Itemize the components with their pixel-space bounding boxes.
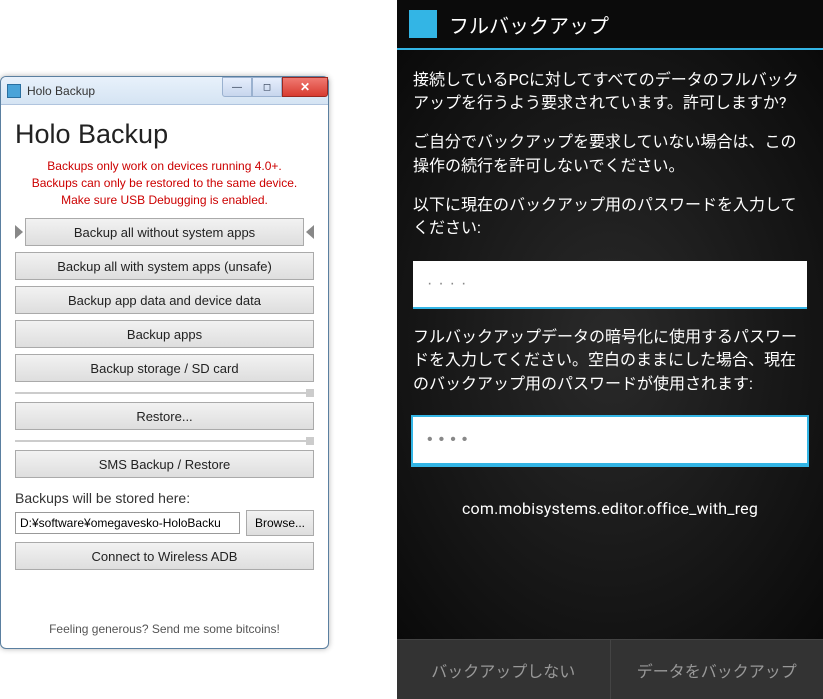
backup-icon [409, 10, 437, 38]
divider [15, 392, 314, 394]
dialog-header: フルバックアップ [397, 0, 823, 50]
window-controls: — ◻ ✕ [222, 77, 328, 104]
divider [15, 440, 314, 442]
encryption-password-label: フルバックアップデータの暗号化に使用するパスワードを入力してください。空白のまま… [413, 325, 807, 395]
backup-all-no-system-button[interactable]: Backup all without system apps [25, 218, 304, 246]
current-password-input[interactable] [413, 261, 807, 309]
storage-path-input[interactable] [15, 512, 240, 534]
window-client: Holo Backup Backups only work on devices… [1, 105, 328, 648]
warning-line: Make sure USB Debugging is enabled. [15, 192, 314, 209]
deny-backup-button[interactable]: バックアップしない [397, 640, 611, 699]
dialog-body: 接続しているPCに対してすべてのデータのフルバックアップを行うよう要求されていま… [397, 50, 823, 639]
browse-button[interactable]: Browse... [246, 510, 314, 536]
dialog-title: フルバックアップ [449, 10, 609, 39]
dialog-footer: バックアップしない データをバックアップ [397, 639, 823, 699]
button-row: Backup all without system apps [15, 218, 314, 246]
connect-wireless-adb-button[interactable]: Connect to Wireless ADB [15, 542, 314, 570]
android-full-backup-dialog: フルバックアップ 接続しているPCに対してすべてのデータのフルバックアップを行う… [397, 0, 823, 699]
storage-path-row: Browse... [15, 510, 314, 536]
warning-line: Backups only work on devices running 4.0… [15, 158, 314, 175]
package-name: com.mobisystems.editor.office_with_reg [413, 497, 807, 520]
chevron-left-icon [306, 225, 314, 239]
titlebar[interactable]: Holo Backup — ◻ ✕ [1, 77, 328, 105]
dialog-paragraph: ご自分でバックアップを要求していない場合は、この操作の続行を許可しないでください… [413, 130, 807, 176]
minimize-button[interactable]: — [222, 77, 252, 97]
app-icon [7, 84, 21, 98]
backup-appdata-device-button[interactable]: Backup app data and device data [15, 286, 314, 314]
maximize-button[interactable]: ◻ [252, 77, 282, 97]
warning-text: Backups only work on devices running 4.0… [15, 158, 314, 208]
footer-text: Feeling generous? Send me some bitcoins! [15, 622, 314, 640]
chevron-right-icon [15, 225, 23, 239]
allow-backup-button[interactable]: データをバックアップ [611, 640, 823, 699]
app-title: Holo Backup [15, 119, 314, 150]
holo-backup-window: Holo Backup — ◻ ✕ Holo Backup Backups on… [0, 76, 329, 649]
backup-all-with-system-button[interactable]: Backup all with system apps (unsafe) [15, 252, 314, 280]
close-button[interactable]: ✕ [282, 77, 328, 97]
warning-line: Backups can only be restored to the same… [15, 175, 314, 192]
current-password-label: 以下に現在のバックアップ用のパスワードを入力してください: [413, 193, 807, 239]
sms-backup-restore-button[interactable]: SMS Backup / Restore [15, 450, 314, 478]
encryption-password-input[interactable] [413, 417, 807, 465]
storage-path-label: Backups will be stored here: [15, 490, 314, 506]
restore-button[interactable]: Restore... [15, 402, 314, 430]
backup-storage-button[interactable]: Backup storage / SD card [15, 354, 314, 382]
window-title: Holo Backup [27, 84, 222, 98]
dialog-paragraph: 接続しているPCに対してすべてのデータのフルバックアップを行うよう要求されていま… [413, 68, 807, 114]
backup-apps-button[interactable]: Backup apps [15, 320, 314, 348]
